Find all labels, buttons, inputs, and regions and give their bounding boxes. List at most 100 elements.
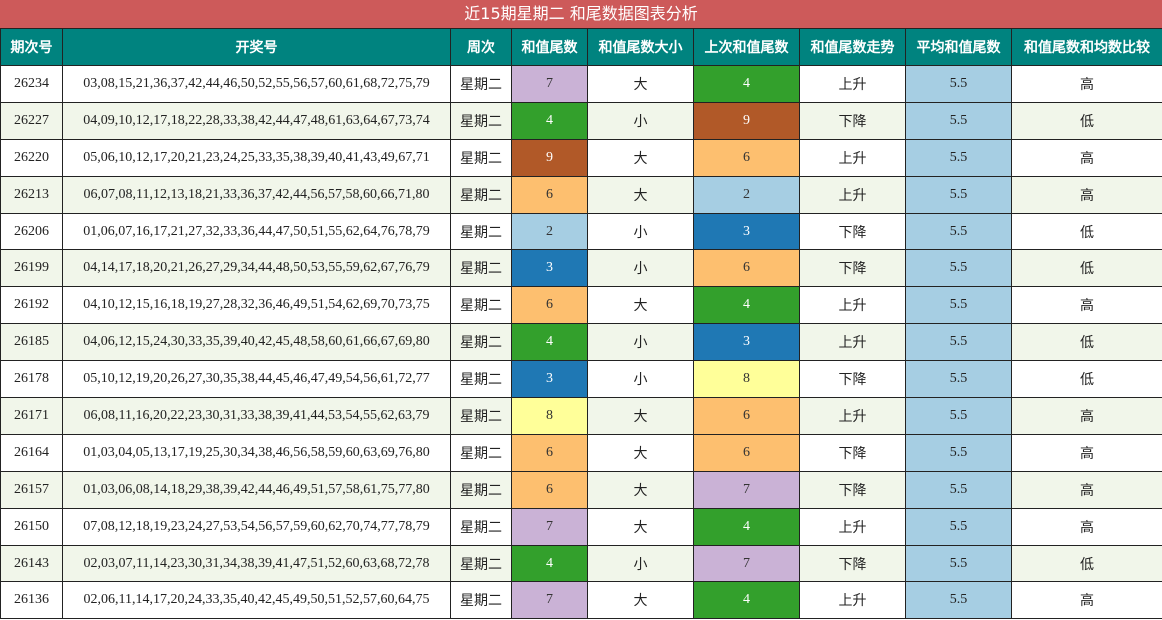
issue-cell: 26150 (0, 507, 63, 546)
compare-cell: 高 (1011, 138, 1162, 177)
numbers-cell: 01,03,06,08,14,18,29,38,39,42,44,46,49,5… (62, 470, 451, 509)
trend-cell: 上升 (799, 286, 906, 325)
tail-cell: 6 (511, 433, 588, 472)
table-row: 26171 06,08,11,16,20,22,23,30,31,33,38,39… (0, 397, 1162, 435)
tail-cell: 8 (511, 397, 588, 435)
issue-cell: 26157 (0, 470, 63, 509)
weekday-cell: 星期二 (450, 249, 512, 288)
tail-cell: 3 (511, 360, 588, 399)
trend-cell: 下降 (799, 544, 906, 583)
numbers-cell: 02,03,07,11,14,23,30,31,34,38,39,41,47,5… (62, 544, 451, 583)
table-row: 26164 01,03,04,05,13,17,19,25,30,34,38,46… (0, 433, 1162, 472)
avg-cell: 5.5 (905, 101, 1012, 140)
size-cell: 大 (587, 433, 694, 472)
compare-cell: 高 (1011, 397, 1162, 435)
prev-tail-cell: 4 (693, 507, 800, 546)
trend-cell: 上升 (799, 507, 906, 546)
trend-cell: 下降 (799, 101, 906, 140)
issue-cell: 26213 (0, 175, 63, 214)
issue-cell: 26185 (0, 323, 63, 362)
issue-cell: 26192 (0, 286, 63, 325)
size-cell: 大 (587, 65, 694, 103)
prev-tail-cell: 8 (693, 360, 800, 399)
prev-tail-cell: 7 (693, 544, 800, 583)
issue-cell: 26234 (0, 65, 63, 103)
weekday-cell: 星期二 (450, 138, 512, 177)
avg-cell: 5.5 (905, 433, 1012, 472)
avg-cell: 5.5 (905, 323, 1012, 362)
header-tail: 和值尾数 (511, 28, 588, 66)
weekday-cell: 星期二 (450, 544, 512, 583)
header-weekday: 周次 (450, 28, 512, 66)
avg-cell: 5.5 (905, 175, 1012, 214)
issue-cell: 26178 (0, 360, 63, 399)
header-row: 期次号 开奖号 周次 和值尾数 和值尾数大小 上次和值尾数 和值尾数走势 平均和值尾数 和值尾数… (0, 28, 1162, 66)
trend-cell: 上升 (799, 323, 906, 362)
numbers-cell: 04,14,17,18,20,21,26,27,29,34,44,48,50,5… (62, 249, 451, 288)
compare-cell: 高 (1011, 433, 1162, 472)
issue-cell: 26206 (0, 212, 63, 251)
trend-cell: 上升 (799, 65, 906, 103)
table-row: 26192 04,10,12,15,16,18,19,27,28,32,36,46… (0, 286, 1162, 325)
prev-tail-cell: 6 (693, 249, 800, 288)
tail-cell: 9 (511, 138, 588, 177)
prev-tail-cell: 3 (693, 212, 800, 251)
weekday-cell: 星期二 (450, 101, 512, 140)
numbers-cell: 01,06,07,16,17,21,27,32,33,36,44,47,50,5… (62, 212, 451, 251)
trend-cell: 下降 (799, 212, 906, 251)
trend-cell: 上升 (799, 581, 906, 620)
size-cell: 大 (587, 138, 694, 177)
tail-cell: 4 (511, 544, 588, 583)
tail-cell: 6 (511, 175, 588, 214)
issue-cell: 26143 (0, 544, 63, 583)
trend-cell: 下降 (799, 360, 906, 399)
prev-tail-cell: 4 (693, 65, 800, 103)
avg-cell: 5.5 (905, 212, 1012, 251)
size-cell: 大 (587, 286, 694, 325)
header-prev-tail: 上次和值尾数 (693, 28, 800, 66)
size-cell: 小 (587, 101, 694, 140)
compare-cell: 高 (1011, 581, 1162, 620)
table-row: 26234 03,08,15,21,36,37,42,44,46,50,52,55… (0, 65, 1162, 103)
size-cell: 大 (587, 175, 694, 214)
numbers-cell: 01,03,04,05,13,17,19,25,30,34,38,46,56,5… (62, 433, 451, 472)
compare-cell: 低 (1011, 212, 1162, 251)
weekday-cell: 星期二 (450, 581, 512, 620)
avg-cell: 5.5 (905, 544, 1012, 583)
numbers-cell: 04,10,12,15,16,18,19,27,28,32,36,46,49,5… (62, 286, 451, 325)
weekday-cell: 星期二 (450, 470, 512, 509)
issue-cell: 26171 (0, 397, 63, 435)
size-cell: 大 (587, 581, 694, 620)
compare-cell: 低 (1011, 360, 1162, 399)
compare-cell: 高 (1011, 65, 1162, 103)
numbers-cell: 05,10,12,19,20,26,27,30,35,38,44,45,46,4… (62, 360, 451, 399)
chart-title: 近15期星期二 和尾数据图表分析 (0, 0, 1162, 28)
numbers-cell: 03,08,15,21,36,37,42,44,46,50,52,55,56,5… (62, 65, 451, 103)
header-compare: 和值尾数和均数比较 (1011, 28, 1162, 66)
size-cell: 小 (587, 544, 694, 583)
header-numbers: 开奖号 (62, 28, 451, 66)
chart-root: 近15期星期二 和尾数据图表分析 期次号 开奖号 周次 和值尾数 和值尾数大小 上次和值尾… (0, 0, 1162, 620)
avg-cell: 5.5 (905, 249, 1012, 288)
numbers-cell: 06,07,08,11,12,13,18,21,33,36,37,42,44,5… (62, 175, 451, 214)
table-row: 26136 02,06,11,14,17,20,24,33,35,40,42,45… (0, 581, 1162, 620)
tail-cell: 2 (511, 212, 588, 251)
prev-tail-cell: 6 (693, 138, 800, 177)
avg-cell: 5.5 (905, 360, 1012, 399)
weekday-cell: 星期二 (450, 323, 512, 362)
trend-cell: 下降 (799, 433, 906, 472)
compare-cell: 低 (1011, 249, 1162, 288)
compare-cell: 高 (1011, 470, 1162, 509)
avg-cell: 5.5 (905, 507, 1012, 546)
prev-tail-cell: 2 (693, 175, 800, 214)
table-row: 26199 04,14,17,18,20,21,26,27,29,34,44,48… (0, 249, 1162, 288)
weekday-cell: 星期二 (450, 397, 512, 435)
issue-cell: 26227 (0, 101, 63, 140)
table-row: 26220 05,06,10,12,17,20,21,23,24,25,33,35… (0, 138, 1162, 177)
weekday-cell: 星期二 (450, 507, 512, 546)
size-cell: 小 (587, 212, 694, 251)
trend-cell: 上升 (799, 397, 906, 435)
size-cell: 大 (587, 397, 694, 435)
prev-tail-cell: 4 (693, 581, 800, 620)
weekday-cell: 星期二 (450, 360, 512, 399)
